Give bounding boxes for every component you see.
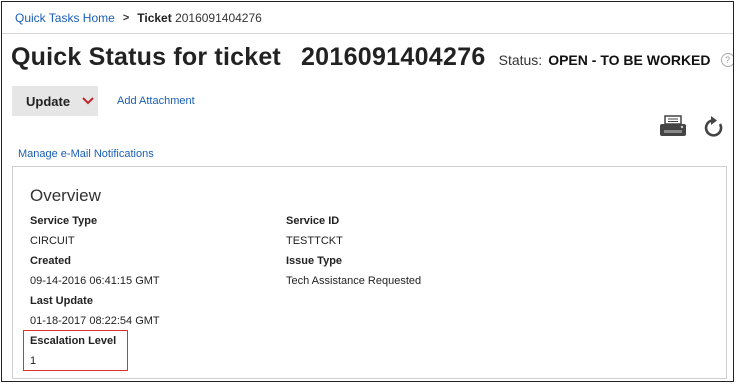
breadcrumb-home-link[interactable]: Quick Tasks Home (15, 11, 115, 25)
ticket-status-window: Quick Tasks Home > Ticket 2016091404276 … (1, 1, 734, 382)
manage-email-notifications-link[interactable]: Manage e-Mail Notifications (18, 148, 154, 160)
update-button-label: Update (26, 93, 71, 109)
breadcrumb: Quick Tasks Home > Ticket 2016091404276 (15, 11, 262, 25)
status-label: Status: (498, 52, 543, 68)
last-update-value: 01-18-2017 08:22:54 GMT (30, 315, 160, 327)
help-icon[interactable]: ? (720, 53, 733, 67)
escalation-highlight-box (23, 330, 128, 371)
service-type-label: Service Type (30, 215, 98, 227)
chevron-down-icon (82, 97, 94, 105)
add-attachment-link[interactable]: Add Attachment (117, 95, 195, 107)
issue-type-label: Issue Type (286, 255, 343, 267)
refresh-icon[interactable] (703, 115, 725, 139)
service-id-label: Service ID (286, 215, 340, 227)
page-title: Quick Status for ticket (11, 43, 281, 71)
breadcrumb-current-label: Ticket (137, 11, 172, 25)
service-type-value: CIRCUIT (30, 235, 75, 247)
last-update-label: Last Update (30, 295, 93, 307)
created-label: Created (30, 255, 71, 267)
status-value: OPEN - TO BE WORKED (548, 52, 711, 68)
ticket-number: 2016091404276 (300, 43, 486, 71)
header-divider (2, 33, 733, 34)
update-dropdown-button[interactable]: Update (12, 86, 98, 116)
overview-panel: Overview Service Type CIRCUIT Service ID… (12, 166, 727, 379)
breadcrumb-current: Ticket 2016091404276 (137, 11, 262, 25)
printer-icon[interactable] (658, 115, 688, 139)
service-id-value: TESTTCKT (286, 235, 343, 247)
breadcrumb-current-number: 2016091404276 (175, 11, 262, 25)
title-row: Quick Status for ticket 2016091404276 St… (11, 43, 733, 72)
overview-heading: Overview (30, 186, 101, 205)
created-value: 09-14-2016 06:41:15 GMT (30, 275, 160, 287)
issue-type-value: Tech Assistance Requested (286, 275, 422, 287)
breadcrumb-separator: > (122, 12, 130, 24)
